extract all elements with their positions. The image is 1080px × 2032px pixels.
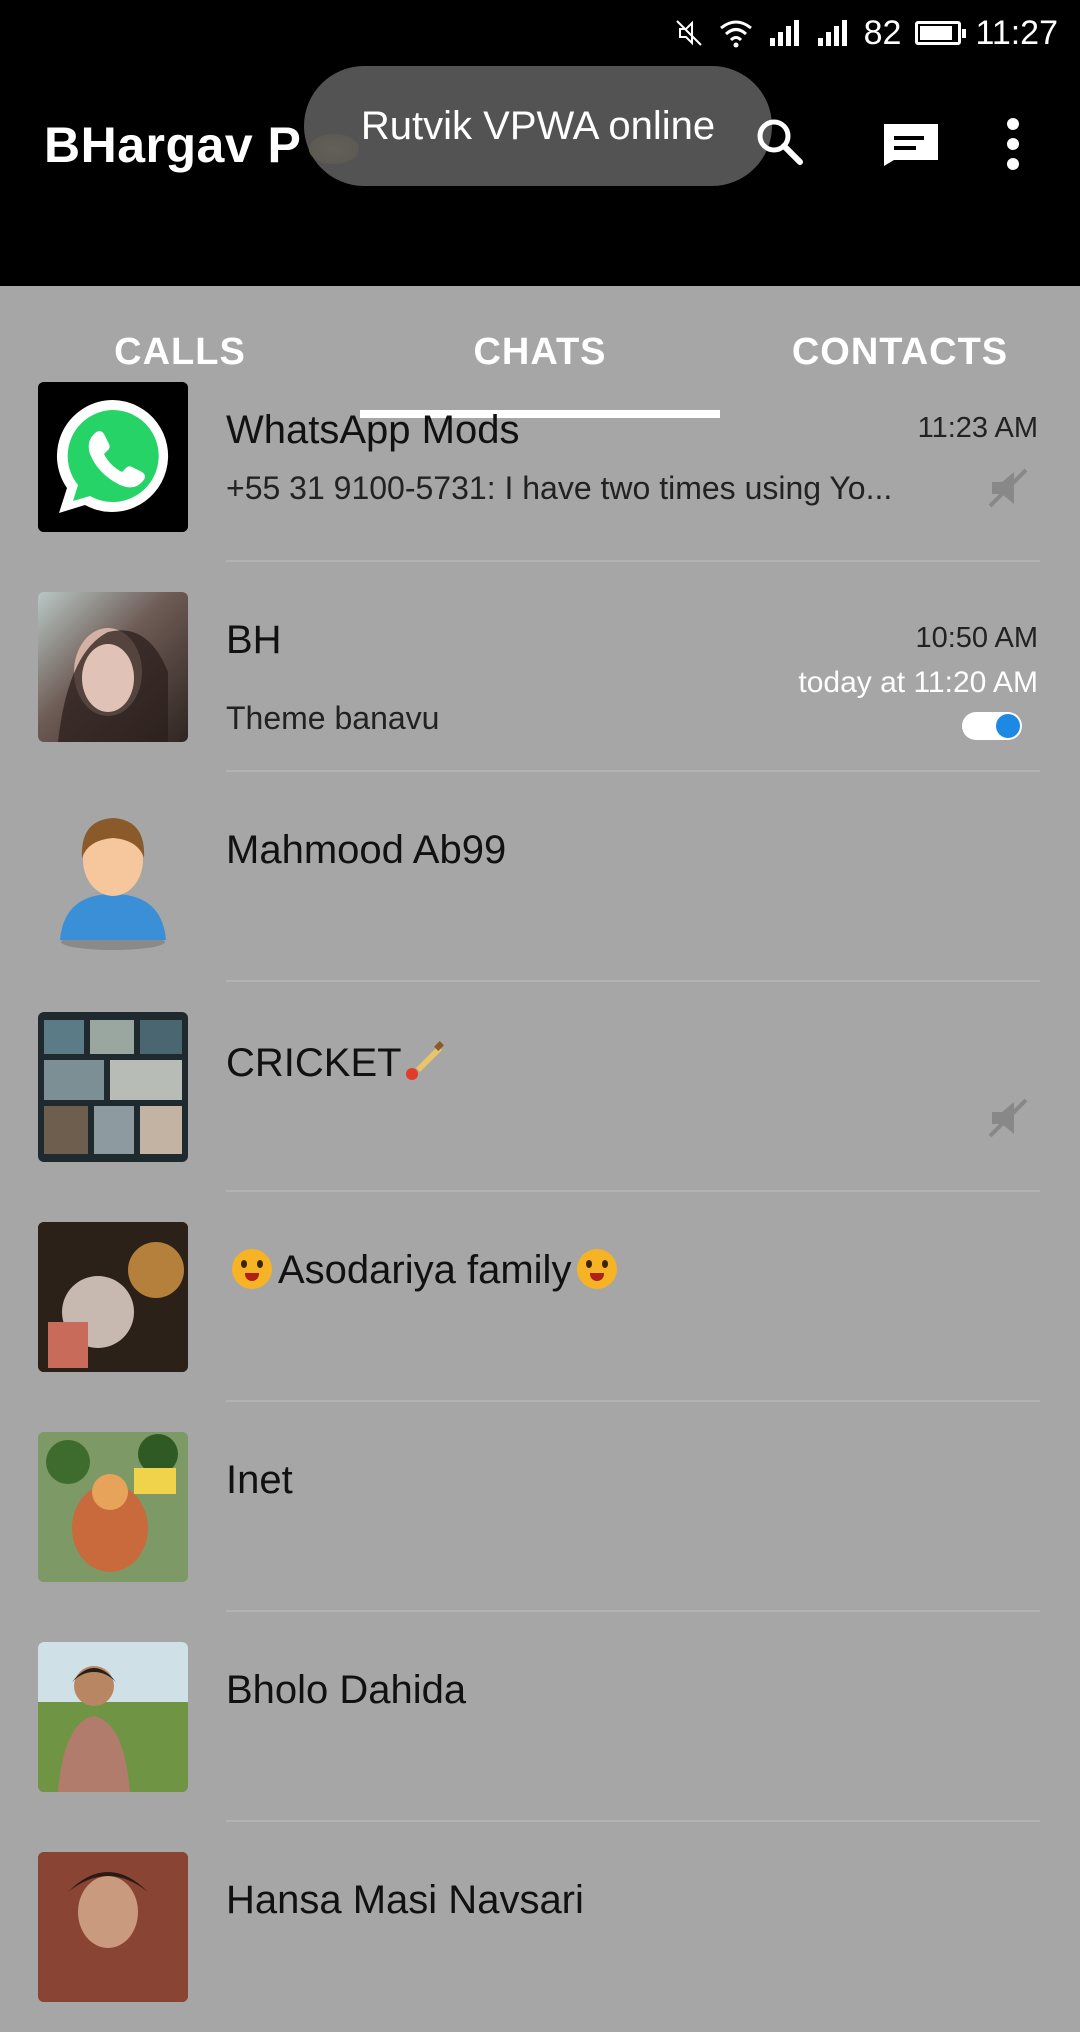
muted-speaker-icon [988,468,1028,508]
mute-icon [675,20,702,46]
chat-name: WhatsApp Mods [226,408,520,452]
search-icon[interactable] [752,114,808,170]
avatar [38,1012,188,1162]
chat-row-inet[interactable]: Inet [0,1402,1080,1612]
chat-name: Hansa Masi Navsari [226,1878,584,1922]
battery-icon [915,21,967,45]
chat-row-bh[interactable]: BH 10:50 AM today at 11:20 AM Theme bana… [0,562,1080,772]
chat-row-whatsapp-mods[interactable]: WhatsApp Mods 11:23 AM +55 31 9100-5731:… [0,352,1080,562]
chat-name: CRICKET [226,1038,446,1086]
signal-icon-1 [769,20,799,46]
smiley-emoji-icon [232,1249,272,1289]
chat-row-hansa-masi[interactable]: Hansa Masi Navsari [0,1822,1080,2032]
online-toast: Rutvik VPWA online [304,66,772,186]
avatar [38,592,188,742]
chat-name: Bholo Dahida [226,1668,467,1712]
chat-row-mahmood[interactable]: Mahmood Ab99 [0,772,1080,982]
smiley-emoji-icon [577,1249,618,1289]
chat-name: Asodariya family [226,1248,623,1293]
chat-name: BH [226,618,282,662]
status-bar: 82 11:27 [0,0,1080,66]
chat-name: Inet [226,1458,293,1502]
app-bar: BHargav P Rutvik VPWA online CALLS CHATS… [0,66,1080,418]
clock: 11:27 [975,13,1058,52]
chat-last-message: +55 31 9100-5731: I have two times using… [226,470,893,506]
avatar [38,1852,188,2002]
chat-toggle-switch[interactable] [962,712,1022,740]
whatsapp-logo-icon [38,382,188,532]
wifi-icon [719,20,752,48]
chat-last-message: Theme banavu [226,700,440,736]
chat-time: 10:50 AM [915,622,1038,654]
default-avatar-icon [38,802,188,952]
chat-row-asodariya-family[interactable]: Asodariya family [0,1192,1080,1402]
cricket-bat-icon [405,1041,444,1080]
signal-icon-2 [817,20,847,46]
new-chat-icon[interactable] [880,120,942,168]
more-options-icon[interactable] [998,116,1028,172]
last-seen-time: today at 11:20 AM [798,666,1038,699]
avatar [38,1432,188,1582]
chat-name: Mahmood Ab99 [226,828,507,872]
chat-time: 11:23 AM [917,412,1038,444]
battery-level: 82 [863,13,902,52]
chat-list: WhatsApp Mods 11:23 AM +55 31 9100-5731:… [0,352,1080,2032]
avatar [38,1642,188,1792]
avatar [38,1222,188,1372]
chat-row-cricket[interactable]: CRICKET [0,982,1080,1192]
chat-row-bholo-dahida[interactable]: Bholo Dahida [0,1612,1080,1822]
avatar [38,382,188,532]
muted-speaker-icon [988,1098,1028,1138]
